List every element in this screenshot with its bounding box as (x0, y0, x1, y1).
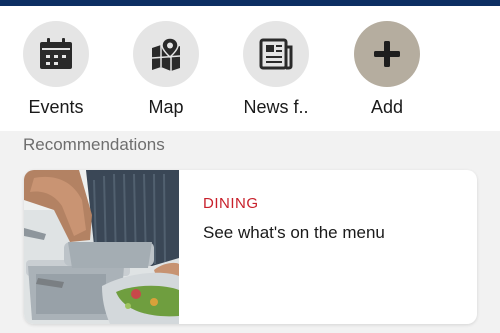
card-category: DINING (203, 195, 259, 212)
shortcut-events-label: Events (28, 97, 84, 117)
recommendation-card[interactable]: DINING See what's on the menu (24, 170, 477, 324)
shortcut-map-label: Map (148, 97, 184, 117)
shortcut-events[interactable]: Events (8, 21, 104, 118)
shortcut-map-circle (133, 21, 199, 87)
shortcut-add-circle (354, 21, 420, 87)
card-title: See what's on the menu (203, 223, 385, 242)
chef-cooking-photo (24, 170, 179, 324)
shortcut-news-label: News f.. (243, 97, 309, 117)
shortcut-add-label: Add (370, 97, 404, 117)
shortcut-news-circle (243, 21, 309, 87)
shortcuts-row: Events Map News f.. Add (0, 6, 500, 131)
map-icon (151, 37, 181, 71)
calendar-icon (40, 38, 72, 69)
shortcut-map[interactable]: Map (118, 21, 214, 118)
shortcut-add[interactable]: Add (339, 21, 435, 118)
newspaper-icon (259, 38, 293, 70)
shortcut-events-circle (23, 21, 89, 87)
recommendations-heading: Recommendations (23, 135, 165, 154)
shortcut-news-feed[interactable]: News f.. (228, 21, 324, 118)
plus-icon (374, 41, 400, 67)
